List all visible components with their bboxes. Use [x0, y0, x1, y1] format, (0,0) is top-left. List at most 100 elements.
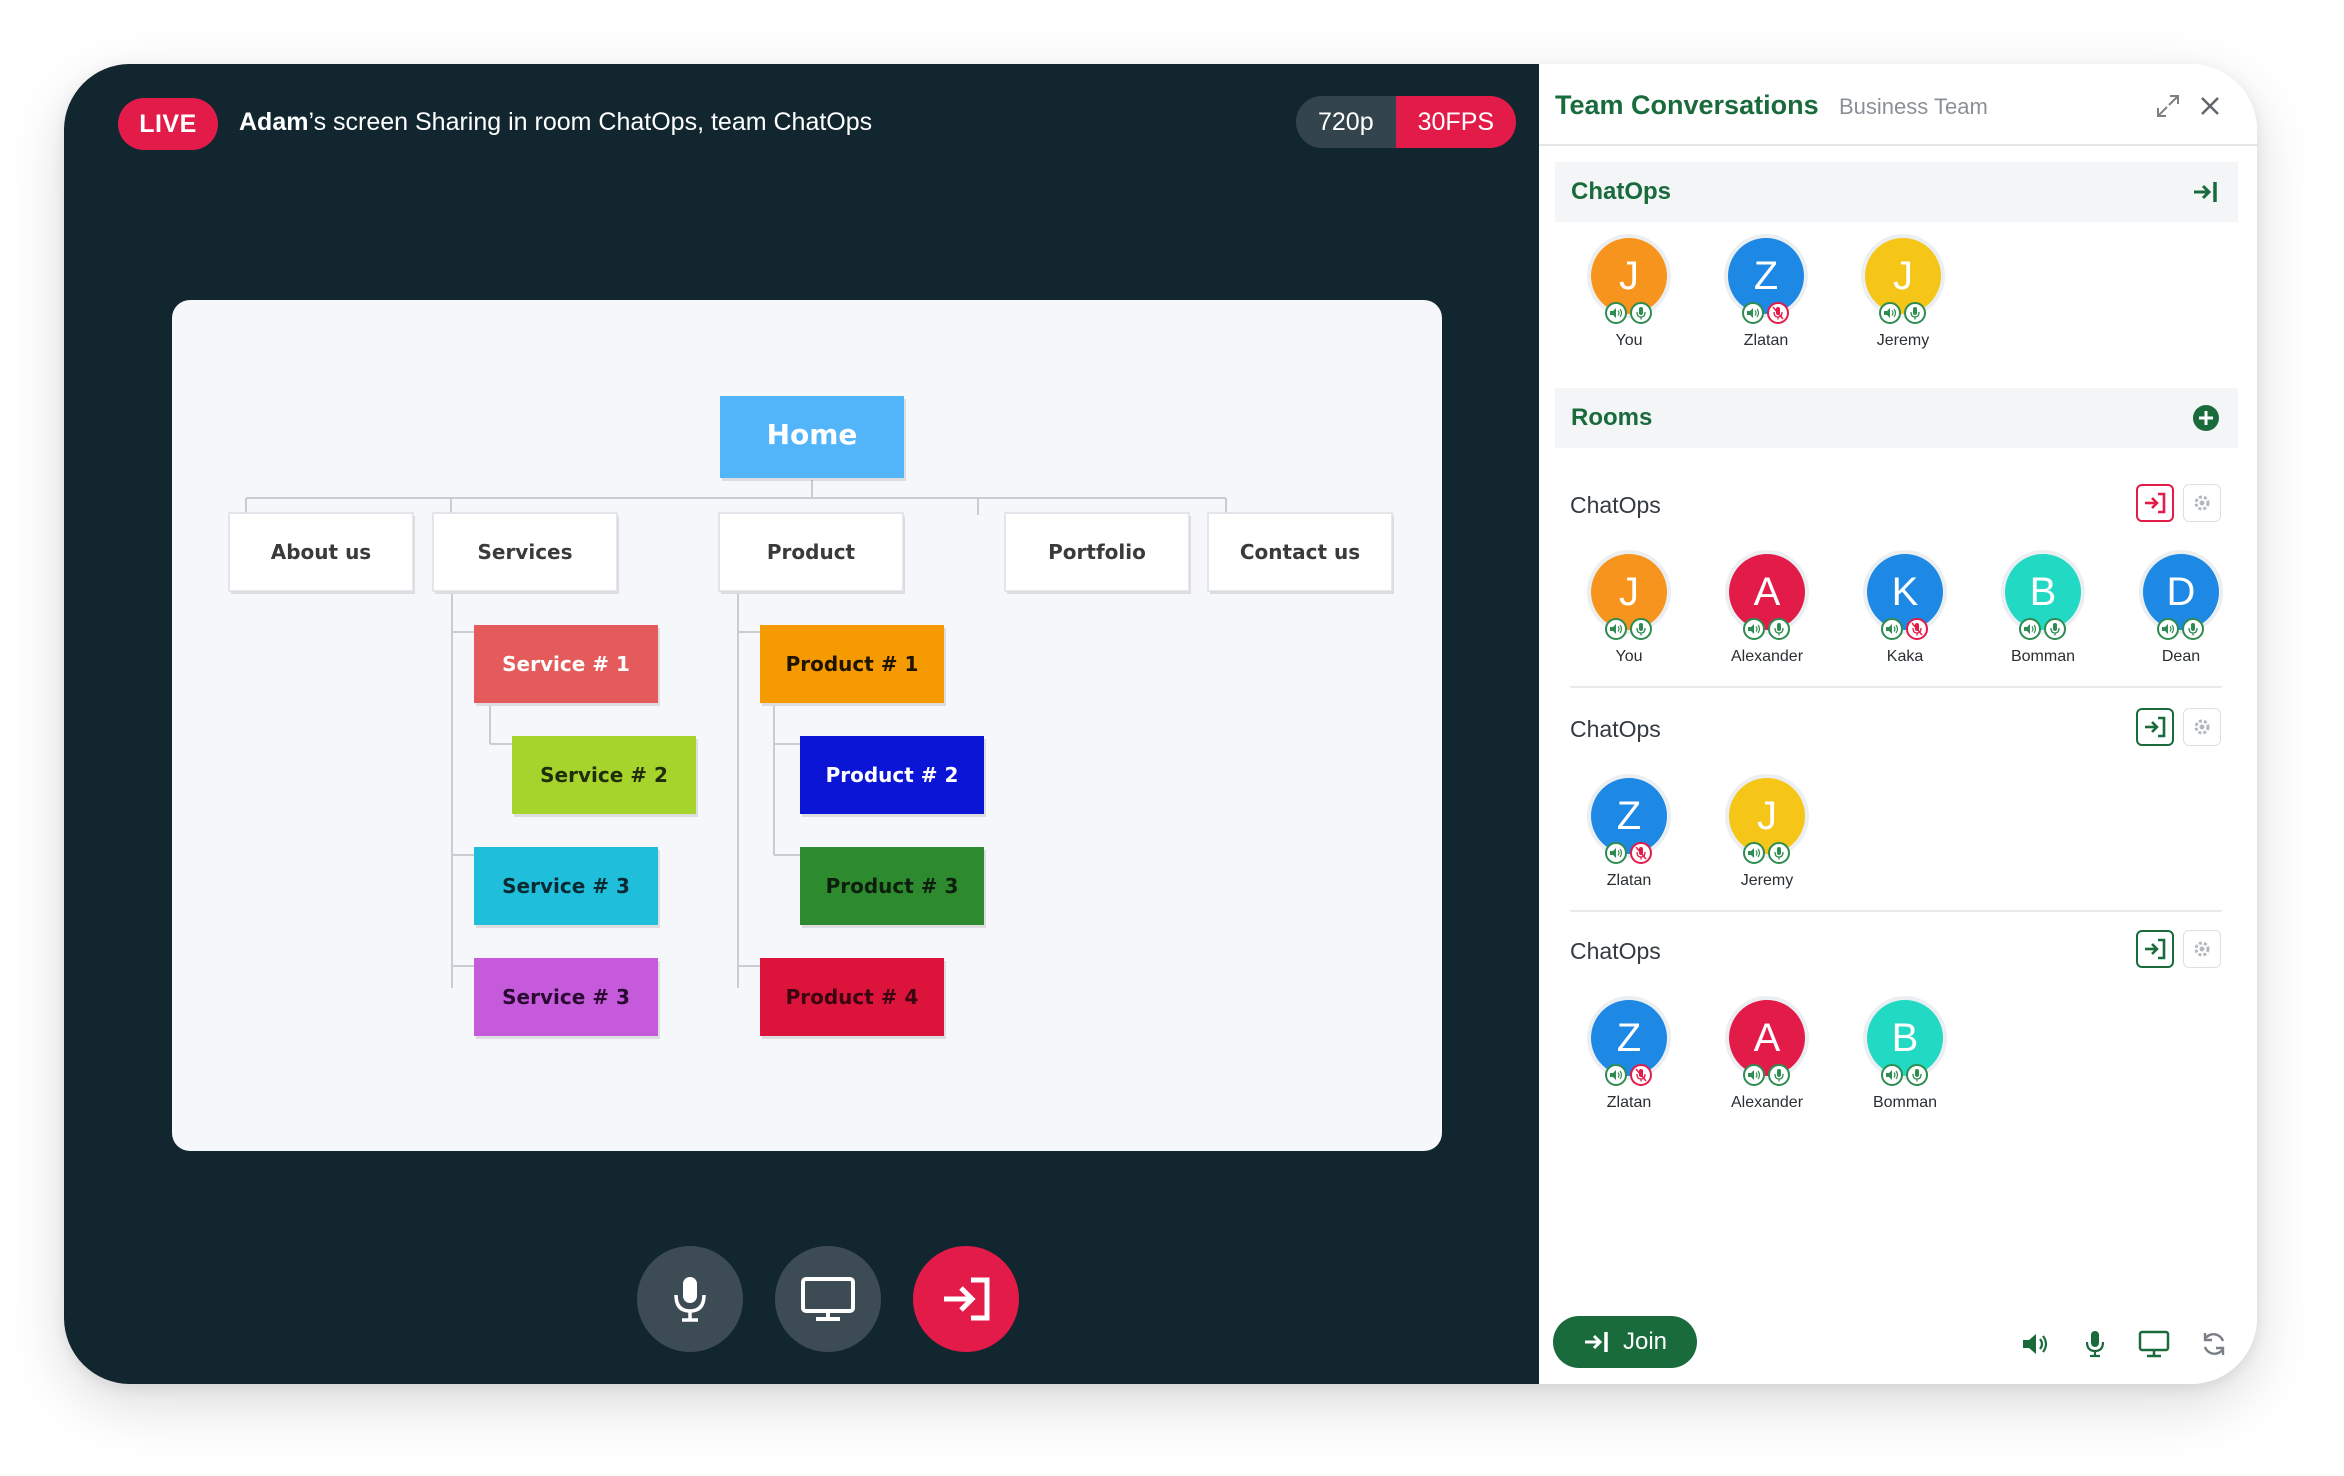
sitemap-product-3: Product # 4: [760, 958, 946, 1039]
join-icon: [2194, 182, 2217, 202]
microphone-button[interactable]: [637, 1246, 743, 1352]
speaker-icon: [1748, 848, 1761, 858]
room-join-button[interactable]: [2136, 930, 2174, 968]
sitemap-nav-4-label: Contact us: [1240, 540, 1360, 564]
member-status: [2157, 618, 2204, 640]
member-tile[interactable]: D Dean: [2126, 554, 2236, 674]
member-status: [1743, 842, 1790, 864]
member-status: [2019, 618, 2066, 640]
sitemap-nav-2-label: Product: [767, 540, 856, 564]
avatar-initial: J: [1757, 793, 1777, 838]
microphone-icon: [1635, 1068, 1647, 1082]
mic-status-badge: [1630, 1064, 1652, 1086]
member-tile[interactable]: B Bomman: [1988, 554, 2098, 674]
expand-icon: [2157, 95, 2179, 117]
member-tile[interactable]: B Bomman: [1850, 1000, 1960, 1120]
sitemap-nav-3: Portfolio: [1004, 512, 1191, 594]
member-tile[interactable]: A Alexander: [1712, 554, 1822, 674]
room-settings-button[interactable]: [2183, 484, 2221, 522]
mic-toggle-button[interactable]: [2077, 1326, 2113, 1362]
team-join-button[interactable]: [2190, 176, 2222, 208]
sitemap-nav-2: Product: [718, 512, 905, 594]
sitemap-product-2: Product # 3: [800, 847, 986, 928]
room-settings-button[interactable]: [2183, 930, 2221, 968]
audio-status-badge: [1881, 1064, 1903, 1086]
screen-share-button[interactable]: [775, 1246, 881, 1352]
room-leave-button[interactable]: [2136, 484, 2174, 522]
member-tile[interactable]: J You: [1574, 554, 1684, 674]
member-status: [1743, 1064, 1790, 1086]
sitemap-product-0-label: Product # 1: [786, 652, 919, 676]
mic-status-badge: [1904, 302, 1926, 324]
member-tile[interactable]: J You: [1574, 238, 1684, 358]
speaker-icon: [1610, 624, 1623, 634]
sitemap-service-3-label: Service # 3: [502, 985, 630, 1009]
microphone-icon: [2188, 623, 2198, 636]
audio-status-badge: [1743, 842, 1765, 864]
speaker-icon: [1886, 1070, 1899, 1080]
microphone-icon: [1636, 307, 1646, 320]
member-tile[interactable]: K Kaka: [1850, 554, 1960, 674]
speaker-icon: [1610, 308, 1623, 318]
member-name: Zlatan: [1743, 332, 1789, 349]
avatar-initial: J: [1619, 569, 1639, 614]
sitemap-service-1-label: Service # 2: [540, 763, 668, 787]
expand-button[interactable]: [2150, 88, 2186, 124]
member-tile[interactable]: A Alexander: [1712, 1000, 1822, 1120]
microphone-icon: [1774, 847, 1784, 860]
sitemap-service-0-label: Service # 1: [502, 652, 630, 676]
microphone-icon: [1772, 306, 1784, 320]
mic-status-badge: [2182, 618, 2204, 640]
member-name: Kaka: [1886, 648, 1924, 665]
speaker-button[interactable]: [2017, 1326, 2053, 1362]
member-tile[interactable]: Z Zlatan: [1711, 238, 1821, 358]
avatar-initial: Z: [1753, 253, 1779, 298]
room-name: ChatOps: [1570, 716, 1661, 742]
audio-status-badge: [1605, 618, 1627, 640]
join-button[interactable]: Join: [1553, 1316, 1697, 1368]
member-status: [1881, 618, 1928, 640]
microphone-icon: [1912, 1069, 1922, 1082]
close-button[interactable]: [2192, 88, 2228, 124]
member-name: Alexander: [1730, 1094, 1804, 1111]
header-divider: [1539, 144, 2257, 146]
share-screen-toggle-button[interactable]: [2136, 1326, 2172, 1362]
avatar-initial: B: [1891, 1015, 1919, 1060]
speaker-icon: [1748, 624, 1761, 634]
member-tile[interactable]: J Jeremy: [1712, 778, 1822, 898]
room-divider: [1570, 910, 2222, 912]
mic-status-badge: [2044, 618, 2066, 640]
member-name: You: [1615, 332, 1643, 349]
leave-call-button[interactable]: [913, 1246, 1019, 1352]
live-badge: LIVE: [118, 98, 218, 150]
mic-status-badge: [1630, 842, 1652, 864]
refresh-button[interactable]: [2196, 1326, 2232, 1362]
resolution-badge[interactable]: 720p: [1296, 96, 1396, 148]
sitemap-nav-3-label: Portfolio: [1048, 540, 1146, 564]
member-status: [1605, 618, 1652, 640]
member-tile[interactable]: Z Zlatan: [1574, 1000, 1684, 1120]
fps-badge[interactable]: 30FPS: [1395, 96, 1517, 148]
room-name: ChatOps: [1570, 938, 1661, 964]
audio-status-badge: [1605, 302, 1627, 324]
member-status: [1605, 302, 1652, 324]
avatar-initial: Z: [1616, 793, 1642, 838]
member-status: [1605, 1064, 1652, 1086]
join-button-label: Join: [1622, 1328, 1668, 1355]
team-conversations-panel: Team Conversations Business Team ChatOps: [1539, 64, 2257, 1384]
member-tile[interactable]: J Jeremy: [1848, 238, 1958, 358]
speaker-icon: [1747, 308, 1760, 318]
speaker-icon: [1748, 1070, 1761, 1080]
avatar-initial: J: [1619, 253, 1639, 298]
gear-icon: [2194, 941, 2210, 957]
team-name[interactable]: Business Team: [1839, 94, 1988, 120]
mic-status-badge: [1906, 618, 1928, 640]
speaker-icon: [1886, 624, 1899, 634]
member-tile[interactable]: Z Zlatan: [1574, 778, 1684, 898]
room-join-button[interactable]: [2136, 708, 2174, 746]
mic-status-badge: [1767, 302, 1789, 324]
sitemap-nav-1: Services: [432, 512, 619, 594]
add-room-button[interactable]: [2190, 402, 2222, 434]
room-settings-button[interactable]: [2183, 708, 2221, 746]
plus-circle-icon: [2193, 405, 2219, 431]
